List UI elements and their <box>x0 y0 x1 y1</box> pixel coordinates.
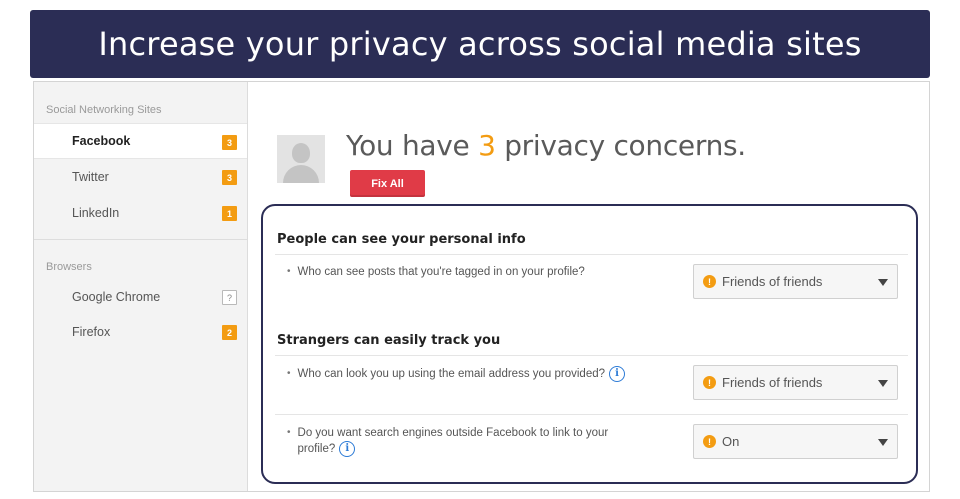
question-email-lookup: • Who can look you up using the email ad… <box>287 366 657 382</box>
search-engines-select[interactable]: ! On <box>693 424 898 459</box>
app-window: Social Networking Sites Facebook 3 Twitt… <box>33 81 930 492</box>
sidebar: Social Networking Sites Facebook 3 Twitt… <box>34 82 248 491</box>
profile-avatar-icon <box>277 135 325 183</box>
sidebar-section-browsers: Browsers <box>46 261 92 273</box>
info-icon[interactable]: i <box>339 441 356 457</box>
section-divider <box>275 254 908 255</box>
sidebar-item-label: LinkedIn <box>72 206 120 220</box>
concern-count-badge: 3 <box>222 135 237 150</box>
headline-prefix: You have <box>346 129 479 162</box>
section-title-personal-info: People can see your personal info <box>277 232 526 247</box>
fix-all-button[interactable]: Fix All <box>350 170 425 197</box>
sidebar-item-linkedin[interactable]: LinkedIn 1 <box>34 195 247 231</box>
email-lookup-select[interactable]: ! Friends of friends <box>693 365 898 400</box>
sidebar-item-label: Facebook <box>72 134 131 148</box>
chevron-down-icon <box>878 380 888 387</box>
sidebar-item-label: Google Chrome <box>72 290 161 304</box>
sidebar-divider <box>34 239 247 240</box>
warning-icon: ! <box>703 275 716 288</box>
concern-count-badge: 1 <box>222 206 237 221</box>
privacy-concerns-headline: You have 3 privacy concerns. <box>346 129 746 162</box>
section-divider <box>275 355 908 356</box>
concern-count-badge: 3 <box>222 170 237 185</box>
sidebar-item-facebook[interactable]: Facebook 3 <box>34 123 247 159</box>
chevron-down-icon <box>878 439 888 446</box>
chevron-down-icon <box>878 279 888 286</box>
question-search-engines: • Do you want search engines outside Fac… <box>287 427 609 457</box>
sidebar-item-twitter[interactable]: Twitter 3 <box>34 159 247 195</box>
sidebar-item-label: Firefox <box>72 325 111 339</box>
select-value: Friends of friends <box>722 274 823 289</box>
headline-suffix: privacy concerns. <box>495 129 746 162</box>
question-text: Who can look you up using the email addr… <box>297 368 606 381</box>
page-banner: Increase your privacy across social medi… <box>30 10 930 78</box>
sidebar-item-label: Twitter <box>72 170 109 184</box>
concern-count-badge: 2 <box>222 325 237 340</box>
tagged-posts-select[interactable]: ! Friends of friends <box>693 264 898 299</box>
unknown-status-badge: ? <box>222 290 237 305</box>
select-value: Friends of friends <box>722 375 823 390</box>
warning-icon: ! <box>703 435 716 448</box>
main-content: You have 3 privacy concerns. Fix All Peo… <box>249 82 929 491</box>
info-icon[interactable]: i <box>609 366 626 382</box>
concern-count: 3 <box>478 129 496 162</box>
sidebar-item-google-chrome[interactable]: Google Chrome ? <box>34 279 247 315</box>
question-text: Who can see posts that you're tagged in … <box>297 266 585 278</box>
sidebar-section-social: Social Networking Sites <box>46 104 162 116</box>
question-divider <box>275 414 908 415</box>
warning-icon: ! <box>703 376 716 389</box>
privacy-settings-panel: People can see your personal info • Who … <box>261 204 918 484</box>
section-title-tracking: Strangers can easily track you <box>277 333 501 348</box>
select-value: On <box>722 434 740 449</box>
question-tagged-posts: • Who can see posts that you're tagged i… <box>287 266 585 278</box>
sidebar-item-firefox[interactable]: Firefox 2 <box>34 314 247 350</box>
